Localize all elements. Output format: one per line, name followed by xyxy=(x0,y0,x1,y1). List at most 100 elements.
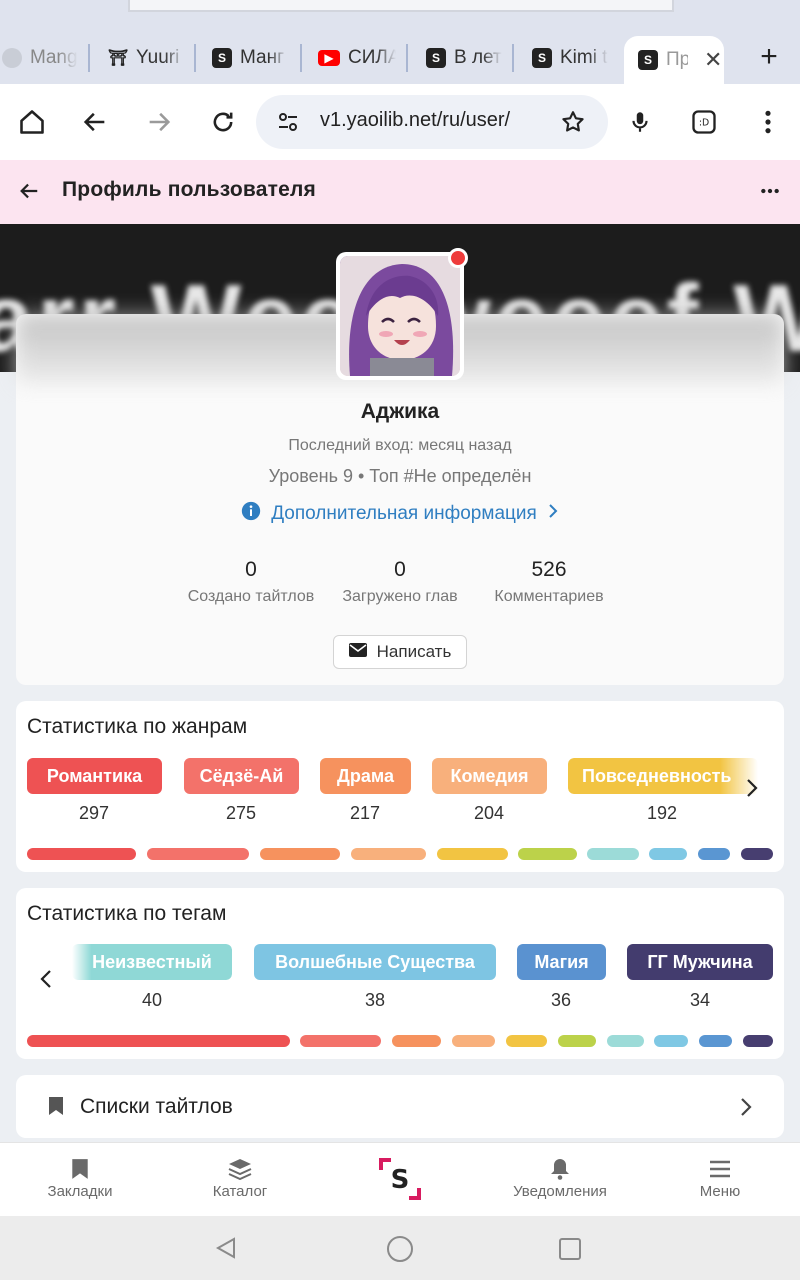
bell-icon xyxy=(490,1155,630,1183)
close-tab-icon[interactable]: ✕ xyxy=(704,47,722,73)
slib-icon: S xyxy=(532,48,552,68)
info-icon xyxy=(241,501,261,527)
genre-chip-comedy[interactable]: Комедия xyxy=(432,758,547,794)
tab-separator xyxy=(88,44,90,72)
system-back-icon[interactable] xyxy=(214,1236,238,1265)
tab-title: СИЛА xyxy=(348,47,396,68)
genre-stats-title: Статистика по жанрам xyxy=(27,715,248,738)
title-lists-row[interactable]: Списки тайтлов xyxy=(16,1075,784,1138)
browser-tab-bar: Mang ⛩ Yuuri S Манг ▶ СИЛА S В лет S Kim… xyxy=(0,0,800,84)
tag-chip-magic[interactable]: Магия xyxy=(517,944,606,980)
chevron-right-icon[interactable] xyxy=(746,777,758,805)
stat-comments: 526 Комментариев xyxy=(469,558,629,606)
genre-chip-drama[interactable]: Драма xyxy=(320,758,411,794)
tag-bar-segment xyxy=(654,1035,688,1047)
tag-count: 40 xyxy=(141,990,163,1010)
tag-chip-male-protagonist[interactable]: ГГ Мужчина xyxy=(627,944,773,980)
browser-tab[interactable]: S Манг xyxy=(212,36,288,80)
write-button-label: Написать xyxy=(376,642,452,661)
browser-tab[interactable]: ⛩ Yuuri xyxy=(108,36,184,80)
url-text: v1.yaoilib.net/ru/user/ xyxy=(320,109,511,131)
genre-bar-segment xyxy=(587,848,639,860)
more-info-label: Дополнительная информация xyxy=(271,503,537,524)
genre-stats-card: Статистика по жанрам Романтика Сёдзё-Ай … xyxy=(16,701,784,872)
stat-titles-created: 0 Создано тайтлов xyxy=(171,558,331,606)
bookmark-icon xyxy=(10,1155,150,1183)
tag-bar-segment xyxy=(27,1035,290,1047)
microphone-icon[interactable] xyxy=(622,104,658,140)
home-icon[interactable] xyxy=(14,104,50,140)
forward-icon[interactable] xyxy=(141,104,177,140)
tag-chip-magical-creatures[interactable]: Волшебные Существа xyxy=(254,944,496,980)
genre-chip-shoujo-ai[interactable]: Сёдзё-Ай xyxy=(184,758,299,794)
more-info-link[interactable]: Дополнительная информация xyxy=(0,501,800,527)
nav-label: Закладки xyxy=(47,1183,113,1200)
tab-overview-strip xyxy=(128,0,674,12)
tag-bar-segment xyxy=(506,1035,547,1047)
tab-title: Пр xyxy=(666,49,688,70)
stat-chapters-uploaded: 0 Загружено глав xyxy=(320,558,480,606)
back-icon[interactable] xyxy=(77,104,113,140)
reload-icon[interactable] xyxy=(205,104,241,140)
last-login: Последний вход: месяц назад xyxy=(288,437,512,454)
more-vert-icon[interactable] xyxy=(750,104,786,140)
avatar[interactable] xyxy=(336,252,464,380)
system-home-icon[interactable] xyxy=(386,1235,414,1268)
genre-bar-segment xyxy=(518,848,577,860)
bookmark-icon xyxy=(48,1096,64,1121)
nav-menu[interactable]: Меню xyxy=(650,1155,790,1200)
nav-bookmarks[interactable]: Закладки xyxy=(10,1155,150,1200)
back-arrow-icon[interactable] xyxy=(18,180,40,207)
menu-icon xyxy=(650,1155,790,1183)
chevron-left-icon[interactable] xyxy=(40,968,52,996)
genre-bar-segment xyxy=(351,848,426,860)
nav-catalog[interactable]: Каталог xyxy=(170,1155,310,1200)
tab-separator xyxy=(194,44,196,72)
system-recents-icon[interactable] xyxy=(558,1237,582,1266)
browser-tab-active[interactable]: S Пр ✕ xyxy=(624,36,724,84)
genre-count: 217 xyxy=(349,803,381,823)
tag-count: 36 xyxy=(550,990,572,1010)
genre-bar-segment xyxy=(698,848,730,860)
tab-separator xyxy=(300,44,302,72)
bottom-nav: Закладки Каталог S Уведомления Меню xyxy=(0,1142,800,1216)
tab-separator xyxy=(512,44,514,72)
tag-chip-unknown[interactable]: Неизвестный xyxy=(72,944,232,980)
nav-notifications[interactable]: Уведомления xyxy=(490,1155,630,1200)
tab-title: Yuuri xyxy=(136,47,180,68)
nav-label: Уведомления xyxy=(513,1183,607,1200)
write-message-button[interactable]: Написать xyxy=(333,635,467,669)
slib-icon: S xyxy=(638,50,658,70)
tab-title: В лет xyxy=(454,47,502,68)
browser-tab[interactable]: ▶ СИЛА xyxy=(318,36,396,80)
tag-count: 38 xyxy=(364,990,386,1010)
stat-label: Загружено глав xyxy=(342,588,458,605)
site-settings-icon[interactable] xyxy=(276,110,300,139)
genre-bar-segment xyxy=(147,848,249,860)
browser-tab[interactable]: S Kimi t xyxy=(532,36,608,80)
genre-count: 192 xyxy=(646,803,678,823)
online-status-dot xyxy=(448,248,468,268)
browser-tab[interactable]: Mang xyxy=(2,36,78,80)
tag-bar-segment xyxy=(607,1035,644,1047)
genre-bar-segment xyxy=(649,848,687,860)
yuuri-icon: ⛩ xyxy=(108,50,129,67)
genre-chip-slice-of-life[interactable]: Повседневность xyxy=(568,758,758,794)
slib-icon: S xyxy=(212,48,232,68)
slib-logo-icon: S xyxy=(330,1157,470,1201)
tag-bar-segment xyxy=(452,1035,495,1047)
genre-count: 204 xyxy=(473,803,505,823)
stat-value: 0 xyxy=(394,558,406,581)
browser-tab[interactable]: S В лет xyxy=(426,36,502,80)
genre-chip-romance[interactable]: Романтика xyxy=(27,758,162,794)
new-tab-button[interactable]: + xyxy=(754,42,784,72)
tag-bar-segment xyxy=(558,1035,596,1047)
bookmark-star-icon[interactable] xyxy=(560,109,586,140)
more-horiz-icon[interactable] xyxy=(760,184,780,203)
tag-bar-segment xyxy=(699,1035,732,1047)
tab-title: Kimi t xyxy=(560,47,608,68)
extension-icon[interactable]: :D xyxy=(686,104,722,140)
nav-home-logo[interactable]: S xyxy=(330,1157,470,1201)
stat-value: 526 xyxy=(531,558,567,581)
address-bar[interactable]: v1.yaoilib.net/ru/user/ xyxy=(256,95,608,149)
